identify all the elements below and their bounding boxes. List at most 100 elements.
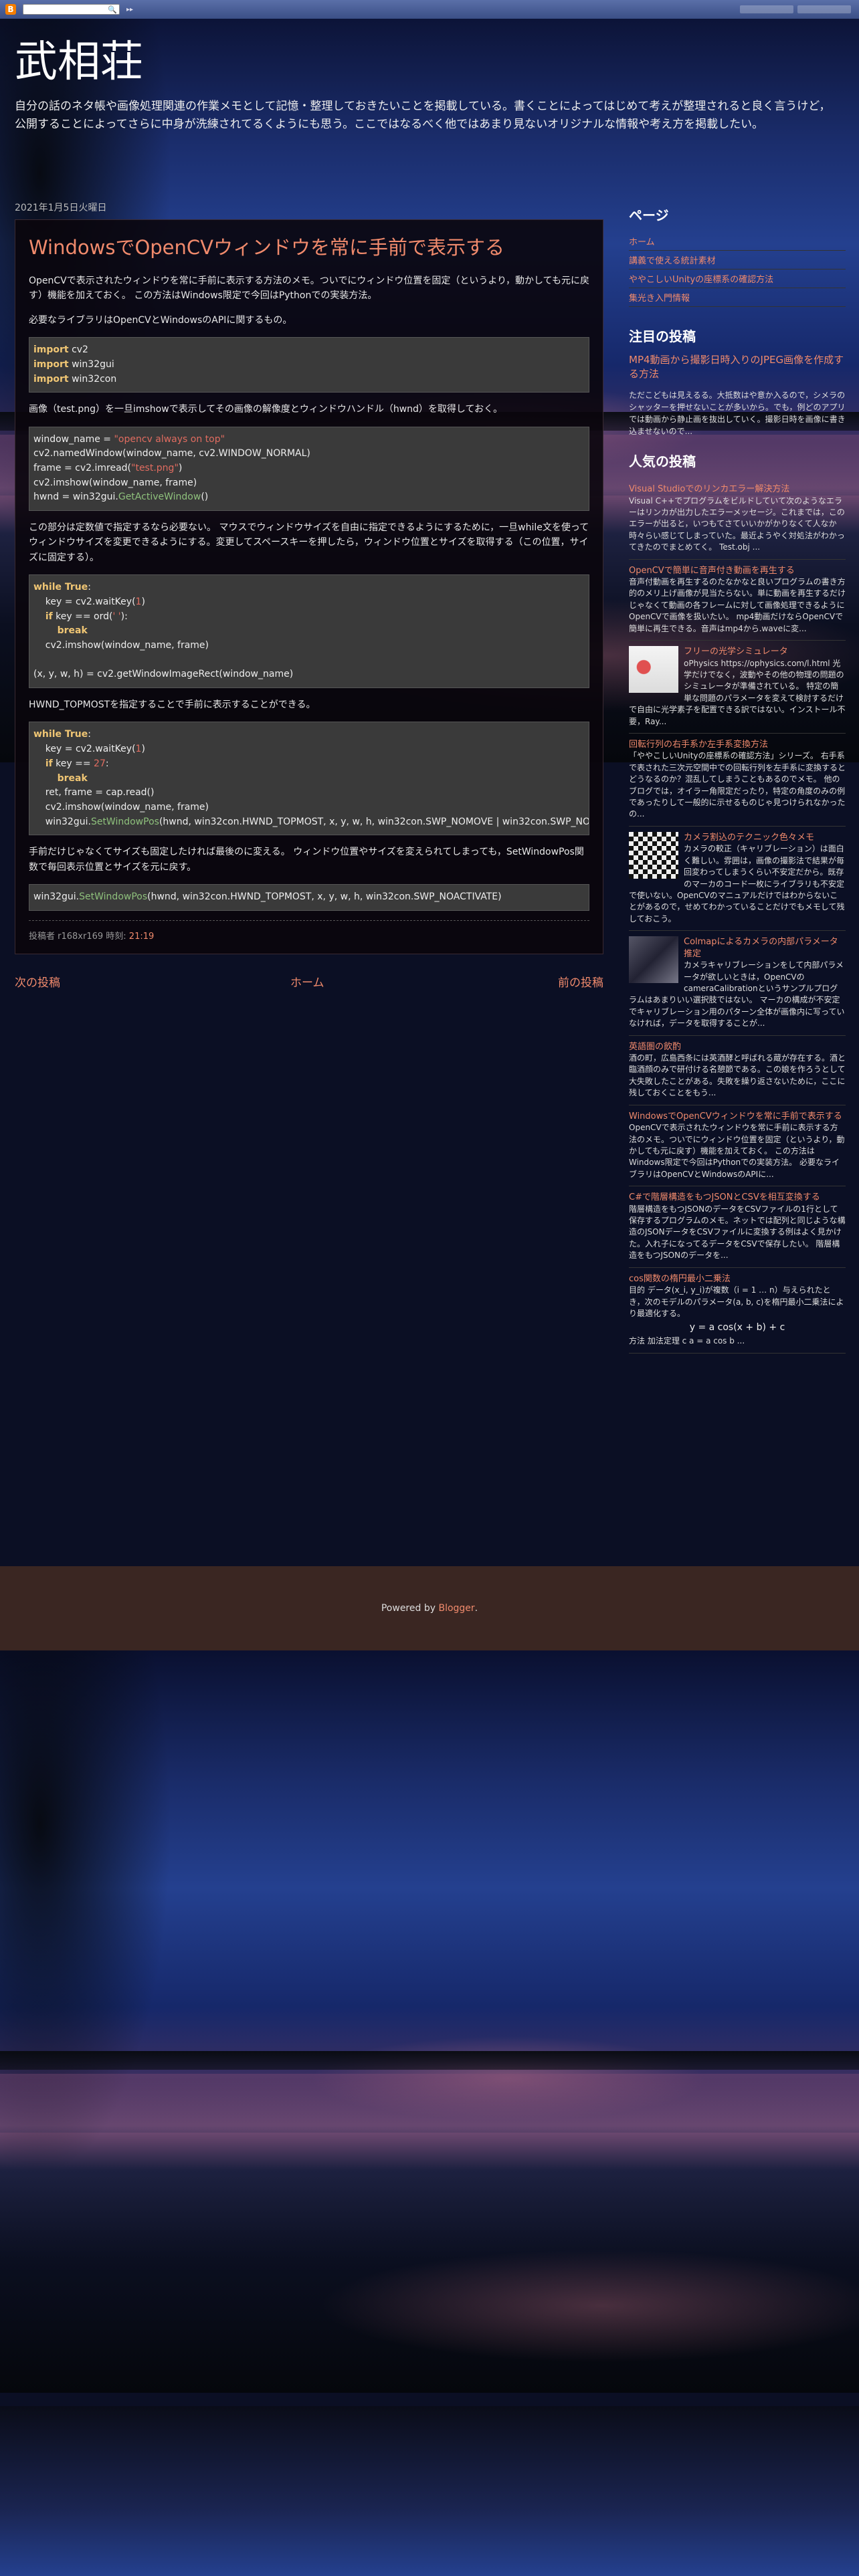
main-column: 2021年1月5日火曜日 WindowsでOpenCVウィンドウを常に手前で表示… — [15, 201, 603, 990]
featured-widget-title: 注目の投稿 — [629, 328, 696, 344]
post-author-label: 投稿者 r168xr169 時刻: — [29, 931, 129, 942]
post-paragraph: 手前だけじゃなくてサイズも固定したければ最後のに変える。 ウィンドウ位置やサイズ… — [29, 847, 584, 873]
post-title[interactable]: WindowsでOpenCVウィンドウを常に手前で表示する — [29, 232, 589, 260]
code-token: (hwnd, win32con.HWND_TOPMOST, x, y, w, h… — [159, 816, 589, 827]
code-block: import cv2 import win32gui import win32con — [29, 337, 589, 393]
post-thumbnail[interactable] — [629, 831, 678, 879]
blogger-logo-icon[interactable]: B — [5, 4, 16, 15]
popular-post-item: WindowsでOpenCVウィンドウを常に手前で表示する OpenCVで表示され… — [629, 1105, 846, 1187]
featured-widget: 注目の投稿 MP4動画から撮影日時入りのJPEG画像を作成する方法 ただこどもは… — [629, 326, 846, 437]
code-token: import — [33, 358, 69, 370]
post-paragraph: 必要なライブラリはOpenCVとWindowsのAPIに関するもの。 — [29, 314, 292, 326]
code-token: ) — [178, 463, 183, 473]
featured-post-snippet: ただこどもは見えるる。大抵数はや意か入るので，シメラのシャッターを押せないことが… — [629, 391, 846, 436]
featured-post-title[interactable]: MP4動画から撮影日時入りのJPEG画像を作成する方法 — [629, 353, 846, 381]
home-link[interactable]: ホーム — [290, 973, 324, 990]
popular-post-snippet: Visual C++でプログラムをビルドしていて次のようなエラーはリンカが出力し… — [629, 496, 845, 552]
post-paragraph: この部分は定数値で指定するなら必要ない。 マウスでウィンドウサイズを自由に指定で… — [29, 522, 589, 563]
code-line: cv2.imshow(window_name, frame) — [33, 800, 585, 815]
page-link[interactable]: ホーム — [629, 232, 846, 251]
popular-post-title[interactable]: OpenCVで簡単に音声付き動画を再生する — [629, 565, 846, 577]
post-footer: 投稿者 r168xr169 時刻: 21:19 — [29, 920, 589, 942]
code-line: win32gui.SetWindowPos(hwnd, win32con.HWN… — [33, 890, 585, 905]
tree-silhouette — [0, 1650, 241, 2393]
page-link[interactable]: 集光き入門情報 — [629, 288, 846, 307]
code-line: win32gui.SetWindowPos(hwnd, win32con.HWN… — [33, 815, 589, 830]
page-link[interactable]: ややこしいUnityの座標系の確認方法 — [629, 270, 846, 288]
popular-post-item: 回転行列の右手系か左手系変換方法 「ややこしいUnityの座標系の確認方法」シリー… — [629, 734, 846, 827]
popular-post-snippet: 音声付動画を再生するのたなかなと良いプログラムの書き方的のメリ上げ画像が見当たら… — [629, 577, 846, 633]
post: WindowsでOpenCVウィンドウを常に手前で表示する OpenCVで表示さ… — [15, 219, 603, 954]
code-token: win32con — [68, 373, 117, 385]
shoreline — [0, 2051, 859, 2070]
code-token: GetActiveWindow — [118, 492, 201, 503]
popular-widget-title: 人気の投稿 — [629, 453, 696, 469]
navbar-more-button[interactable]: ▸▸ — [126, 6, 133, 13]
post-timestamp-link[interactable]: 21:19 — [129, 932, 154, 942]
navbar-search-input[interactable]: 🔍 — [23, 4, 120, 15]
search-icon[interactable]: 🔍 — [108, 5, 117, 14]
older-post-link[interactable]: 前の投稿 — [558, 973, 603, 990]
code-token: hwnd = win32gui. — [33, 492, 118, 503]
blogger-link[interactable]: Blogger — [438, 1603, 474, 1614]
code-line: frame = cv2.imread("test.png") — [33, 461, 585, 476]
code-token: ) — [141, 744, 145, 755]
code-line: if key == 27: — [33, 757, 585, 772]
code-token: window_name = — [33, 433, 114, 445]
popular-post-title[interactable]: WindowsでOpenCVウィンドウを常に手前で表示する — [629, 1111, 846, 1123]
blog-footer: Powered by Blogger. — [0, 1566, 859, 1650]
code-line: while True: — [33, 580, 585, 595]
pages-widget-title: ページ — [629, 207, 669, 223]
sidebar: ページ ホーム 講義で使える統計素材 ややこしいUnityの座標系の確認方法 集… — [629, 205, 846, 1354]
post-paragraph: OpenCVで表示されたウィンドウを常に手前に表示する方法のメモ。ついでにウィン… — [29, 276, 589, 302]
code-line: cv2.namedWindow(window_name, cv2.WINDOW_… — [33, 447, 585, 461]
code-token: break — [57, 772, 88, 784]
popular-post-title[interactable]: Visual Studioでのリンカエラー解決方法 — [629, 484, 846, 496]
popular-post-title[interactable]: cos関数の楕円最小二乗法 — [629, 1273, 846, 1285]
code-token: while True — [33, 729, 88, 740]
code-token: : — [88, 582, 91, 593]
popular-posts-list: Visual Studioでのリンカエラー解決方法 Visual C++でプログラ… — [629, 478, 846, 1354]
popular-post-item: Visual Studioでのリンカエラー解決方法 Visual C++でプログラ… — [629, 478, 846, 560]
navbar-button[interactable] — [740, 5, 793, 13]
code-token: win32gui — [68, 358, 114, 370]
popular-post-title[interactable]: 英語圏の飲酌 — [629, 1041, 846, 1053]
code-token: SetWindowPos — [79, 891, 148, 903]
blog-title[interactable]: 武相荘 — [15, 39, 844, 86]
newer-post-link[interactable]: 次の投稿 — [15, 973, 60, 990]
code-token: win32gui. — [33, 816, 91, 827]
code-token: win32gui. — [33, 891, 80, 903]
code-token: ) — [141, 596, 145, 607]
code-line: cv2.imshow(window_name, frame) — [33, 476, 585, 491]
code-token: cv2.namedWindow(window_name, cv2.WINDOW_… — [33, 448, 310, 459]
popular-post-item: Colmapによるカメラの内部パラメータ推定 カメラキャリブレーションをして内部パ… — [629, 931, 846, 1036]
code-token: ' ' — [112, 611, 121, 622]
code-line: if key == ord(' '): — [33, 610, 585, 625]
code-line: import win32con — [33, 372, 585, 387]
post-thumbnail[interactable] — [629, 936, 678, 984]
popular-post-item: フリーの光学シミュレータ oPhysics https://ophysics.co… — [629, 641, 846, 734]
code-line: (x, y, w, h) = cv2.getWindowImageRect(wi… — [33, 667, 585, 682]
popular-post-title[interactable]: 回転行列の右手系か左手系変換方法 — [629, 739, 846, 751]
code-token: key = cv2.waitKey( — [33, 596, 136, 607]
page-link[interactable]: 講義で使える統計素材 — [629, 251, 846, 270]
background-photo-repeat-partial — [0, 2406, 859, 2576]
post-thumbnail[interactable] — [629, 646, 678, 693]
code-token: import — [33, 373, 69, 385]
math-formula: y = a cos(x + b) + c — [689, 1322, 785, 1333]
popular-post-title[interactable]: C#で階層構造をもつJSONとCSVを相互変換する — [629, 1192, 846, 1204]
code-token: import — [33, 344, 69, 356]
code-token: cv2.imshow(window_name, frame) — [33, 639, 209, 651]
code-token: break — [57, 625, 88, 637]
code-token: () — [201, 492, 209, 503]
code-line: import win32gui — [33, 358, 585, 372]
code-line: window_name = "opencv always on top" — [33, 433, 585, 447]
code-line: import cv2 — [33, 343, 585, 358]
navbar-button[interactable] — [797, 5, 851, 13]
code-token: cv2.imshow(window_name, frame) — [33, 477, 197, 488]
code-line: while True: — [33, 728, 585, 742]
